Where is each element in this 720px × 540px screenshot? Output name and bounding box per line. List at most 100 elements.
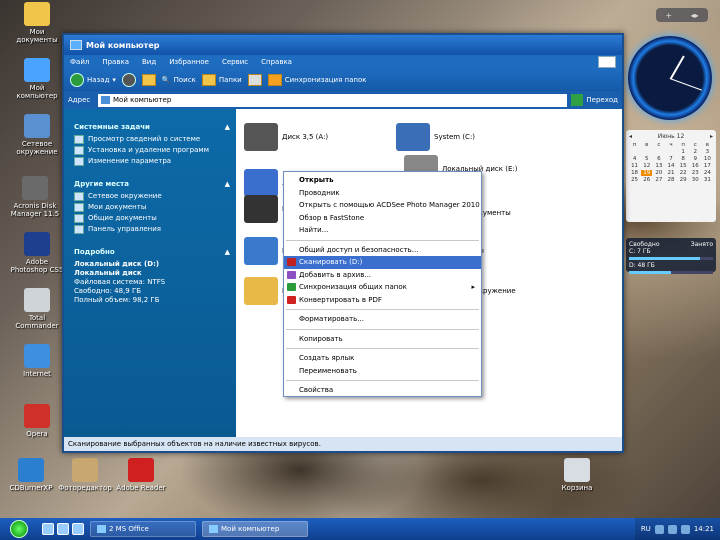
gadget-nav-icon[interactable]: ◂▸ xyxy=(691,11,699,20)
calendar-day[interactable]: 25 xyxy=(629,177,640,183)
context-item[interactable]: Обзор в FastStone xyxy=(284,212,481,225)
calendar-day[interactable]: 18 xyxy=(629,170,640,176)
calendar-day[interactable]: 17 xyxy=(702,163,713,169)
folders-button[interactable]: Папки xyxy=(201,74,242,86)
calendar-day[interactable]: 15 xyxy=(678,163,689,169)
calendar-day[interactable]: 26 xyxy=(641,177,652,183)
menu-4[interactable]: Сервис xyxy=(222,58,248,66)
calendar-day[interactable]: 14 xyxy=(665,163,676,169)
search-button[interactable]: 🔍 Поиск xyxy=(162,76,196,84)
desktop-icon[interactable]: Acronis Disk Manager 11.5 xyxy=(6,176,64,218)
menu-2[interactable]: Вид xyxy=(142,58,156,66)
sync-folders-button[interactable]: Синхронизация папок xyxy=(267,74,366,86)
antivirus-icon[interactable] xyxy=(667,524,677,534)
context-item[interactable]: Открыть с помощью ACDSee Photo Manager 2… xyxy=(284,199,481,212)
system-task-item[interactable]: Изменение параметра xyxy=(74,157,230,166)
calendar-day[interactable]: 27 xyxy=(653,177,664,183)
calendar-day[interactable]: 7 xyxy=(665,156,676,162)
calendar-day[interactable]: 22 xyxy=(678,170,689,176)
start-button[interactable] xyxy=(0,518,38,540)
calendar-day[interactable]: 20 xyxy=(653,170,664,176)
drive-item[interactable]: System (C:) xyxy=(396,123,475,151)
desktop-icon[interactable]: Total Commander xyxy=(8,288,66,330)
system-tasks-header[interactable]: Системные задачи ▲ xyxy=(74,123,230,131)
calendar-day[interactable]: 12 xyxy=(641,163,652,169)
other-place-item[interactable]: Мои документы xyxy=(74,203,230,212)
calendar-day[interactable]: 30 xyxy=(690,177,701,183)
gadget-toolbar[interactable]: + ◂▸ xyxy=(656,8,708,22)
volume-icon[interactable] xyxy=(680,524,690,534)
menu-5[interactable]: Справка xyxy=(261,58,292,66)
forward-arrow-icon[interactable] xyxy=(121,73,136,87)
desktop-icon[interactable]: Мои документы xyxy=(8,2,66,44)
up-folder-icon[interactable] xyxy=(141,74,156,86)
context-item[interactable]: Общий доступ и безопасность... xyxy=(284,244,481,257)
chevron-down-icon[interactable]: ▾ xyxy=(112,76,116,84)
calendar-day[interactable]: 24 xyxy=(702,170,713,176)
calendar-day[interactable]: 3 xyxy=(702,149,713,155)
desktop-icon[interactable]: Internet xyxy=(8,344,66,378)
calendar-day[interactable]: 2 xyxy=(690,149,701,155)
calendar-day[interactable]: 11 xyxy=(629,163,640,169)
collapse-icon[interactable]: ▲ xyxy=(225,248,230,256)
views-icon[interactable] xyxy=(247,74,262,86)
system-task-item[interactable]: Просмотр сведений о системе xyxy=(74,135,230,144)
other-places-header[interactable]: Другие места ▲ xyxy=(74,180,230,188)
context-item[interactable]: Конвертировать в PDF xyxy=(284,294,481,307)
collapse-icon[interactable]: ▲ xyxy=(225,180,230,188)
desktop-icon[interactable]: CDBurnerXP xyxy=(2,458,60,492)
desktop-icon[interactable]: Adobe Photoshop CS5 xyxy=(8,232,66,274)
ie-icon[interactable] xyxy=(57,523,69,535)
calendar-next-icon[interactable]: ▸ xyxy=(710,133,713,140)
show-desktop-icon[interactable] xyxy=(42,523,54,535)
desktop-icon[interactable]: Opera xyxy=(8,404,66,438)
address-input[interactable]: Мой компьютер xyxy=(98,93,568,107)
other-place-item[interactable]: Общие документы xyxy=(74,214,230,223)
calendar-day[interactable]: 4 xyxy=(629,156,640,162)
desktop-icon[interactable]: Фоторедактор xyxy=(56,458,114,492)
context-item[interactable]: Найти... xyxy=(284,224,481,237)
calendar-day[interactable]: 21 xyxy=(665,170,676,176)
context-item[interactable]: Создать ярлык xyxy=(284,352,481,365)
calendar-day[interactable]: 23 xyxy=(690,170,701,176)
other-place-item[interactable]: Сетевое окружение xyxy=(74,192,230,201)
calendar-day[interactable]: 28 xyxy=(665,177,676,183)
context-item[interactable]: Сканировать (D:) xyxy=(284,256,481,269)
menu-0[interactable]: Файл xyxy=(70,58,89,66)
calendar-day[interactable]: 8 xyxy=(678,156,689,162)
calendar-day[interactable]: 5 xyxy=(641,156,652,162)
context-item[interactable]: Синхронизация общих папок ▸ xyxy=(284,281,481,294)
network-icon[interactable] xyxy=(654,524,664,534)
calendar-day[interactable]: 31 xyxy=(702,177,713,183)
clock[interactable]: 14:21 xyxy=(694,525,714,533)
explorer-icon[interactable] xyxy=(72,523,84,535)
drive-item[interactable]: Диск 3,5 (A:) xyxy=(244,123,328,151)
calendar-day[interactable]: 16 xyxy=(690,163,701,169)
title-bar[interactable]: Мой компьютер xyxy=(64,35,622,55)
desktop-icon[interactable]: Мой компьютер xyxy=(8,58,66,100)
back-button[interactable]: Назад ▾ xyxy=(70,73,116,87)
calendar-day[interactable]: 13 xyxy=(653,163,664,169)
desktop-icon[interactable]: Корзина xyxy=(548,458,606,492)
calendar-day[interactable]: 10 xyxy=(702,156,713,162)
context-item[interactable]: Добавить в архив... xyxy=(284,269,481,282)
context-item[interactable]: Открыть xyxy=(284,174,481,187)
desktop-icon[interactable]: Сетевое окружение xyxy=(8,114,66,156)
context-item[interactable]: Проводник xyxy=(284,187,481,200)
menu-3[interactable]: Избранное xyxy=(169,58,209,66)
details-header[interactable]: Подробно ▲ xyxy=(74,248,230,256)
calendar-day[interactable]: 19 xyxy=(641,170,653,176)
context-item[interactable]: Форматировать... xyxy=(284,313,481,326)
add-gadget-icon[interactable]: + xyxy=(665,11,672,20)
menu-1[interactable]: Правка xyxy=(102,58,129,66)
system-task-item[interactable]: Установка и удаление программ xyxy=(74,146,230,155)
context-item[interactable]: Копировать xyxy=(284,333,481,346)
taskbar-button[interactable]: Мой компьютер xyxy=(202,521,308,537)
language-indicator[interactable]: RU xyxy=(641,525,651,533)
other-place-item[interactable]: Панель управления xyxy=(74,225,230,234)
calendar-day[interactable]: 29 xyxy=(678,177,689,183)
context-item[interactable]: Переименовать xyxy=(284,365,481,378)
go-button[interactable]: Переход xyxy=(571,94,618,106)
taskbar-button[interactable]: 2 MS Office xyxy=(90,521,196,537)
context-item[interactable]: Свойства xyxy=(284,384,481,397)
